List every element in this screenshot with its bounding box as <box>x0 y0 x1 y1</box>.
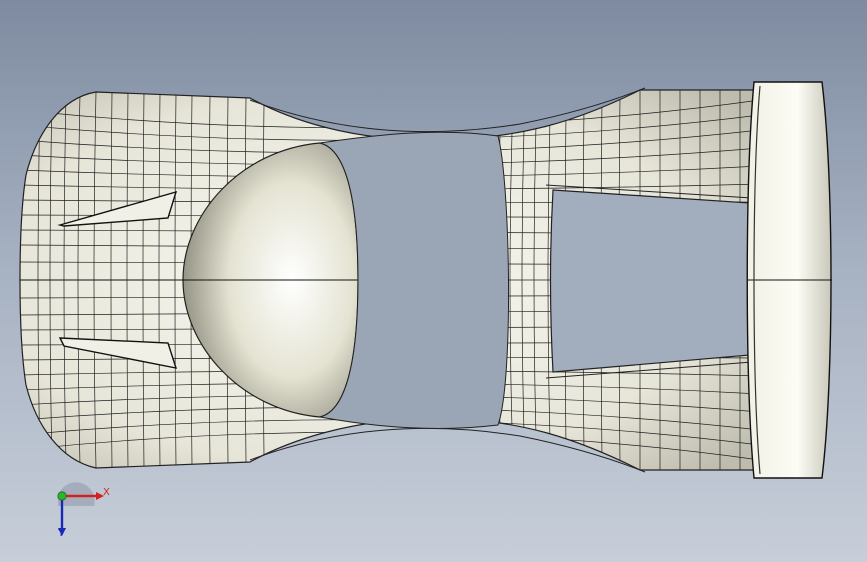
rear-opening <box>549 189 751 373</box>
cad-viewport[interactable]: X Y <box>0 0 867 562</box>
car-body-model[interactable] <box>0 0 867 562</box>
y-axis-label: Y <box>58 528 65 539</box>
origin-dot <box>57 491 67 501</box>
x-axis-label: X <box>103 487 110 498</box>
